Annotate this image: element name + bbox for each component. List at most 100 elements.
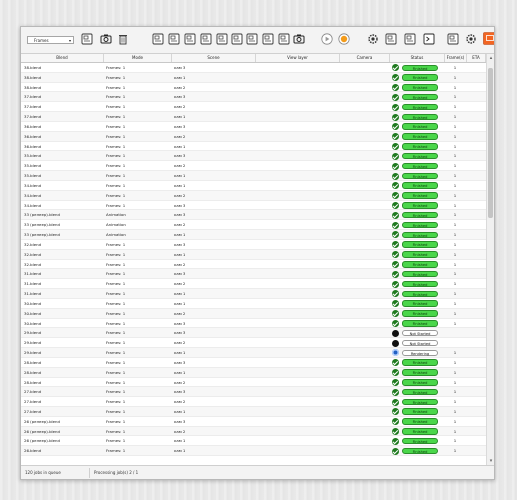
check-circle-icon [392,408,399,416]
check-circle-icon [392,201,399,209]
table-row[interactable]: 32.blend Frames: 1 кам 1 Finished 1 [21,249,486,260]
table-row[interactable]: 30.blend Frames: 1 кам 1 Finished 1 [21,298,486,309]
table-row[interactable]: 28.blend Frames: 1 кам 3 Finished 1 [21,357,486,368]
cell-blend: 36.blend [24,123,42,129]
status-badge: Finished [402,320,438,327]
cell-mode: Animation [106,212,126,218]
play-icon[interactable] [321,33,333,47]
chevron-down-icon: ▾ [68,38,71,43]
table-row[interactable]: 37.blend Frames: 1 кам 1 Finished 1 [21,112,486,122]
table-row[interactable]: 33 (релеер).blend Animation кам 1 Finished 1 [21,230,486,240]
status-badge: Finished [402,202,438,209]
table-row[interactable]: 33 (релеер).blend Animation кам 3 Finished 1 [21,210,486,221]
output-folder-icon[interactable] [216,33,228,47]
cell-blend: 31.blend [24,281,42,287]
table-row[interactable]: 26.blend Frames: 1 кам 1 Finished 1 [21,446,486,457]
image-format-icon[interactable] [231,33,243,47]
table-row[interactable]: 37.blend Frames: 1 кам 2 Finished 1 [21,102,486,113]
table-row[interactable]: 26 (релеер).blend Frames: 1 кам 2 Finished 1 [21,426,486,437]
terminal-icon[interactable] [423,33,435,47]
table-row[interactable]: 26 (релеер).blend Frames: 1 кам 3 Finished 1 [21,416,486,427]
folder-open-icon[interactable] [465,33,477,47]
table-row[interactable]: 28.blend Frames: 1 кам 1 Finished 1 [21,367,486,378]
check-circle-icon [392,133,399,141]
table-row[interactable]: 33 (релеер).blend Animation кам 2 Finished 1 [21,220,486,231]
cell-mode: Frames: 1 [106,340,126,346]
split-icon[interactable] [278,33,290,47]
table-row[interactable]: 29.blend Frames: 1 кам 2 Not Started [21,338,486,349]
table-row[interactable]: 26 (релеер).blend Frames: 1 кам 1 Finished 1 [21,436,486,447]
cell-scene: кам 2 [174,340,186,346]
check-circle-icon [392,388,399,396]
delete-icon[interactable] [117,33,129,47]
status-badge: Finished [402,133,438,140]
col-header-camera[interactable]: Camera [340,54,390,62]
render-device-icon[interactable] [483,32,494,46]
scroll-down-icon[interactable]: ▾ [487,457,494,465]
table-row[interactable]: 37.blend Frames: 1 кам 3 Finished 1 [21,92,486,103]
select-blend-icon[interactable] [168,33,180,47]
table-row[interactable]: 27.blend Frames: 1 кам 3 Finished 1 [21,387,486,398]
table-row[interactable]: 35.blend Frames: 1 кам 1 Finished 1 [21,171,486,181]
table-row[interactable]: 31.blend Frames: 1 кам 3 Finished 1 [21,269,486,280]
table-row[interactable]: 34.blend Frames: 1 кам 1 Finished 1 [21,180,486,191]
cell-scene: кам 2 [174,163,186,169]
table-row[interactable]: 28.blend Frames: 1 кам 2 Finished 1 [21,377,486,388]
table-row[interactable]: 36.blend Frames: 1 кам 1 Finished 1 [21,141,486,152]
check-circle-icon [392,162,399,170]
cell-mode: Frames: 1 [106,271,126,277]
table-row[interactable]: 38.blend Frames: 1 кам 1 Finished 1 [21,72,486,83]
table-row[interactable]: 30.blend Frames: 1 кам 2 Finished 1 [21,308,486,319]
status-badge: Finished [402,359,438,366]
vertical-scrollbar[interactable]: ▴ ▾ [486,54,494,465]
stop-icon[interactable] [338,33,350,47]
scroll-up-icon[interactable]: ▴ [487,54,494,62]
frame-range-icon[interactable] [246,33,258,47]
table-row[interactable]: 29.blend Frames: 1 кам 3 Not Started [21,328,486,339]
table-row[interactable]: 35.blend Frames: 1 кам 2 Finished 1 [21,161,486,172]
table-row[interactable]: 36.blend Frames: 1 кам 3 Finished 1 [21,121,486,132]
table-row[interactable]: 27.blend Frames: 1 кам 2 Finished 1 [21,397,486,407]
add-folder-icon[interactable] [100,33,112,47]
log-icon[interactable] [385,33,397,47]
samples-icon[interactable] [262,33,274,47]
check-circle-icon [392,172,399,180]
table-row[interactable]: 35.blend Frames: 1 кам 3 Finished 1 [21,151,486,162]
settings-icon[interactable] [367,33,379,47]
cell-scene: кам 1 [174,182,186,188]
col-header-view-layer[interactable]: View layer [256,54,340,62]
table-row[interactable]: 31.blend Frames: 1 кам 1 Finished 1 [21,289,486,299]
cell-scene: кам 1 [174,438,186,444]
col-header-scene[interactable]: Scene [172,54,256,62]
table-row[interactable]: 31.blend Frames: 1 кам 2 Finished 1 [21,279,486,290]
col-header-mode[interactable]: Mode [104,54,172,62]
view-mode-dropdown[interactable]: Frames ▾ [27,36,74,44]
col-header-eta[interactable]: ETA [467,54,486,62]
report-icon[interactable] [404,33,416,47]
table-row[interactable]: 34.blend Frames: 1 кам 3 Finished 1 [21,200,486,211]
camera-icon[interactable] [293,33,305,47]
check-circle-icon [392,64,399,72]
render-settings-icon[interactable] [200,33,212,47]
preview-icon[interactable] [447,33,459,47]
table-row[interactable]: 27.blend Frames: 1 кам 1 Finished 1 [21,406,486,417]
check-circle-icon [392,192,399,200]
cell-blend: 34.blend [24,202,42,208]
table-row[interactable]: 32.blend Frames: 1 кам 3 Finished 1 [21,239,486,250]
cell-blend: 37.blend [24,104,42,110]
edit-scene-icon[interactable] [184,33,196,47]
table-row[interactable]: 30.blend Frames: 1 кам 3 Finished 1 [21,318,486,329]
table-row[interactable]: 32.blend Frames: 1 кам 2 Finished 1 [21,259,486,270]
clear-icon[interactable] [152,33,164,47]
col-header-blend[interactable]: Blend [21,54,104,62]
add-job-icon[interactable] [81,33,93,47]
col-header-frames[interactable]: Frame(s) [445,54,467,62]
col-header-status[interactable]: Status [390,54,445,62]
table-row[interactable]: 38.blend Frames: 1 кам 2 Finished 1 [21,82,486,93]
table-row[interactable]: 29.blend Frames: 1 кам 1 Rendering 1 [21,348,486,358]
scroll-thumb[interactable] [488,68,493,218]
table-row[interactable]: 38.blend Frames: 1 кам 3 Finished 1 [21,63,486,73]
cell-scene: кам 2 [174,192,186,198]
table-row[interactable]: 34.blend Frames: 1 кам 2 Finished 1 [21,190,486,201]
table-row[interactable]: 36.blend Frames: 1 кам 2 Finished 1 [21,131,486,142]
